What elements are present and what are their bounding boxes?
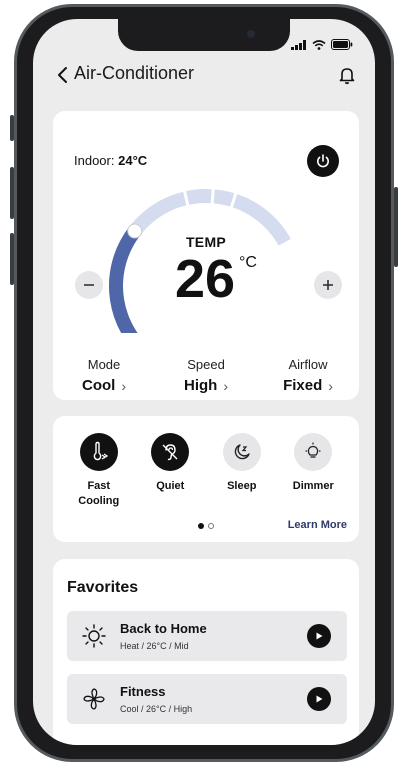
bulb-icon	[305, 442, 321, 458]
power-side-button	[394, 187, 398, 267]
feature-list: Fast Cooling Quiet Sleep Dimmer	[53, 433, 359, 509]
temp-label: TEMP	[185, 234, 227, 250]
ear-off-icon	[162, 444, 178, 461]
mute-switch	[10, 115, 14, 141]
favorite-detail: Cool / 26°C / High	[120, 704, 193, 714]
play-icon	[316, 632, 323, 640]
airflow-label: Airflow	[288, 357, 328, 372]
thermometer-icon	[93, 441, 108, 461]
page-dot[interactable]	[208, 523, 214, 529]
indoor-value: 24°C	[118, 153, 148, 168]
favorite-item[interactable]: Fitness Cool / 26°C / High	[67, 674, 347, 724]
chevron-right-icon: ›	[121, 377, 126, 394]
feature-fast-cooling[interactable]: Fast Cooling	[66, 433, 132, 509]
chevron-right-icon: ›	[328, 377, 333, 394]
speed-value: High	[184, 377, 218, 394]
notification-bell-icon[interactable]	[337, 65, 357, 85]
play-icon	[316, 695, 323, 703]
front-camera	[247, 30, 255, 38]
features-card: Fast Cooling Quiet Sleep Dimmer Learn Mo…	[53, 416, 359, 542]
favorite-name: Back to Home	[120, 621, 207, 636]
moon-zz-icon	[234, 444, 250, 460]
favorites-card: Favorites Back to Home Heat / 26°C / Mid	[53, 559, 359, 745]
sun-icon	[82, 624, 106, 648]
learn-more-link[interactable]: Learn More	[288, 519, 347, 531]
feature-toggle[interactable]	[151, 433, 190, 471]
chevron-right-icon: ›	[223, 377, 228, 394]
play-button[interactable]	[307, 687, 331, 711]
airflow-control[interactable]: Airflow Fixed ›	[257, 357, 359, 394]
increase-temperature-button[interactable]	[314, 271, 342, 299]
airflow-value: Fixed	[283, 377, 323, 394]
indoor-label: Indoor:	[74, 153, 115, 168]
indoor-temperature: Indoor: 24°C	[74, 153, 147, 168]
feature-toggle[interactable]	[294, 433, 333, 471]
temp-value: 26	[175, 249, 236, 309]
feature-toggle[interactable]	[79, 433, 118, 471]
power-icon	[317, 154, 329, 168]
mode-value: Cool	[82, 377, 116, 394]
mode-controls: Mode Cool › Speed High › Airflow Fixed ›	[53, 357, 359, 394]
notch	[118, 19, 290, 51]
signal-icon	[291, 39, 306, 50]
fan-icon	[83, 688, 105, 710]
page-title: Air-Conditioner	[74, 63, 195, 83]
decrease-temperature-button[interactable]	[75, 271, 103, 299]
mode-control[interactable]: Mode Cool ›	[53, 357, 155, 394]
feature-quiet[interactable]: Quiet	[137, 433, 203, 509]
status-bar	[291, 39, 353, 50]
page-dot-active[interactable]	[198, 523, 204, 529]
volume-up-button	[10, 167, 14, 219]
app-header: Air-Conditioner	[33, 59, 375, 91]
volume-down-button	[10, 233, 14, 285]
speed-control[interactable]: Speed High ›	[155, 357, 257, 394]
back-arrow-icon[interactable]	[53, 65, 73, 85]
power-button[interactable]	[307, 145, 339, 177]
feature-label: Sleep	[227, 480, 257, 492]
feature-label: Quiet	[156, 480, 185, 492]
feature-toggle[interactable]	[222, 433, 261, 471]
feature-label: Dimmer	[292, 480, 334, 492]
feature-sleep[interactable]: Sleep	[209, 433, 275, 509]
mode-label: Mode	[87, 357, 121, 372]
favorite-detail: Heat / 26°C / Mid	[120, 641, 189, 651]
minus-icon	[84, 284, 94, 286]
favorite-item[interactable]: Back to Home Heat / 26°C / Mid	[67, 611, 347, 661]
wifi-icon	[312, 39, 326, 50]
carousel-pagination	[198, 523, 214, 529]
thermostat-card: Indoor: 24°C TEMP 26 °C Mode Cool › Spee…	[53, 111, 359, 400]
feature-label: Fast Cooling	[78, 480, 120, 507]
plus-icon	[323, 280, 333, 290]
temp-unit: °C	[239, 254, 257, 271]
favorites-title: Favorites	[67, 579, 139, 596]
feature-dimmer[interactable]: Dimmer	[280, 433, 346, 509]
speed-label: Speed	[187, 357, 225, 372]
dial-segment-gap	[210, 187, 215, 206]
favorite-name: Fitness	[120, 684, 166, 699]
app-screen: Air-Conditioner Indoor: 24°C TEMP 26 °C …	[33, 19, 375, 745]
battery-icon	[331, 39, 353, 50]
play-button[interactable]	[307, 624, 331, 648]
